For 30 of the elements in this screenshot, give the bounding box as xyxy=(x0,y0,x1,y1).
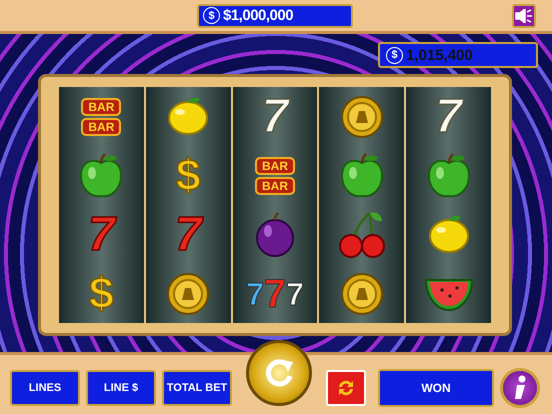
won-display: WON xyxy=(378,368,494,406)
spin-button[interactable] xyxy=(246,340,312,406)
seven-symbol: 7 xyxy=(262,92,288,142)
sound-button[interactable] xyxy=(512,4,536,28)
apple-icon xyxy=(79,152,124,198)
seven-symbol: 7 xyxy=(174,210,202,260)
cherries-icon xyxy=(338,210,386,258)
info-button[interactable] xyxy=(500,368,540,408)
seven-symbol: 7 xyxy=(88,210,115,260)
bet-control-button[interactable]: LINES xyxy=(10,370,80,406)
bet-control-button[interactable]: LINE $ xyxy=(86,370,156,406)
dollar-symbol: $ xyxy=(89,270,114,318)
seven-symbol: 7 xyxy=(435,92,462,142)
balance-amount: 1,015,400 xyxy=(406,46,473,64)
info-icon xyxy=(512,374,528,400)
apple-icon xyxy=(340,152,384,198)
lemon-icon xyxy=(426,214,471,254)
triple-seven-symbol: 777 xyxy=(246,276,304,312)
apple-icon xyxy=(426,152,471,198)
bet-control-button[interactable]: TOTAL BET xyxy=(162,370,232,406)
dollar-coin-icon: $ xyxy=(386,46,403,64)
coin-icon xyxy=(166,272,210,316)
dollar-coin-icon: $ xyxy=(203,7,220,24)
coin-icon xyxy=(340,272,384,316)
jackpot-amount: $1,000,000 xyxy=(223,7,294,24)
lemon-icon xyxy=(166,96,210,136)
speaker-icon xyxy=(515,8,533,22)
autoplay-button[interactable] xyxy=(326,370,366,406)
coin-icon xyxy=(340,94,384,138)
dollar-symbol: $ xyxy=(176,152,200,200)
